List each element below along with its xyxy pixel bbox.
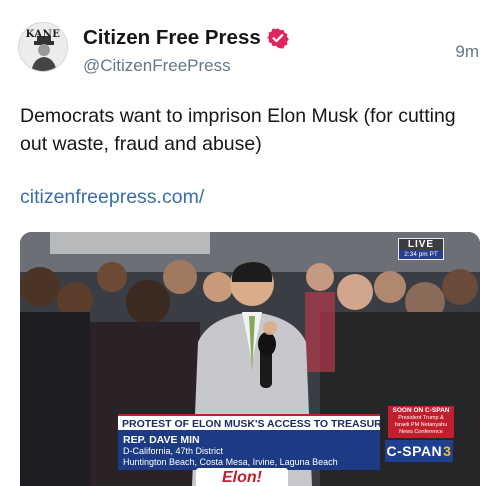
post-timestamp[interactable]: 9m	[455, 42, 479, 62]
soon-line-1: President Trump &	[398, 415, 444, 421]
network-name: C-SPAN	[386, 443, 443, 459]
avatar-text: KANE	[25, 29, 61, 40]
live-indicator: LIVE 2:34 pm PT	[398, 238, 444, 260]
speaker-cities: Huntington Beach, Costa Mesa, Irvine, La…	[123, 457, 338, 467]
network-logo: C-SPAN 3	[385, 440, 453, 462]
headline-banner: PROTEST OF ELON MUSK'S ACCESS TO TREASUR…	[118, 414, 380, 430]
post-link[interactable]: citizenfreepress.com/	[20, 186, 204, 209]
coming-up-box: SOON ON C-SPAN President Trump & Israeli…	[388, 406, 454, 438]
speaker-name: REP. DAVE MIN	[123, 434, 200, 446]
soon-line-2: Israeli PM Netanyahu	[394, 422, 448, 428]
post-text: Democrats want to imprison Elon Musk (fo…	[20, 105, 456, 155]
user-handle[interactable]: @CitizenFreePress	[83, 56, 289, 76]
video-thumbnail[interactable]: LIVE 2:34 pm PT SOON ON C-SPAN President…	[20, 232, 480, 486]
avatar[interactable]: KANE	[18, 22, 68, 72]
lower-third: PROTEST OF ELON MUSK'S ACCESS TO TREASU R…	[118, 414, 380, 470]
speaker-district: D-California, 47th District	[123, 446, 224, 456]
soon-title: SOON ON C-SPAN	[392, 407, 450, 414]
author-block: Citizen Free Press @CitizenFreePress	[83, 24, 289, 76]
display-name-row: Citizen Free Press	[83, 24, 289, 52]
display-name[interactable]: Citizen Free Press	[83, 26, 261, 50]
speaker-nameplate: REP. DAVE MIN D-California, 47th Distric…	[118, 430, 380, 470]
protest-sign: Elon!	[196, 468, 288, 486]
social-post: KANE Citizen Free Press @CitizenFreePres…	[0, 0, 500, 486]
soon-line-3: News Conference	[399, 429, 443, 435]
network-number: 3	[443, 443, 452, 459]
live-label: LIVE	[407, 239, 435, 250]
verified-badge-icon	[266, 28, 289, 49]
live-time: 2:34 pm PT	[399, 250, 443, 259]
